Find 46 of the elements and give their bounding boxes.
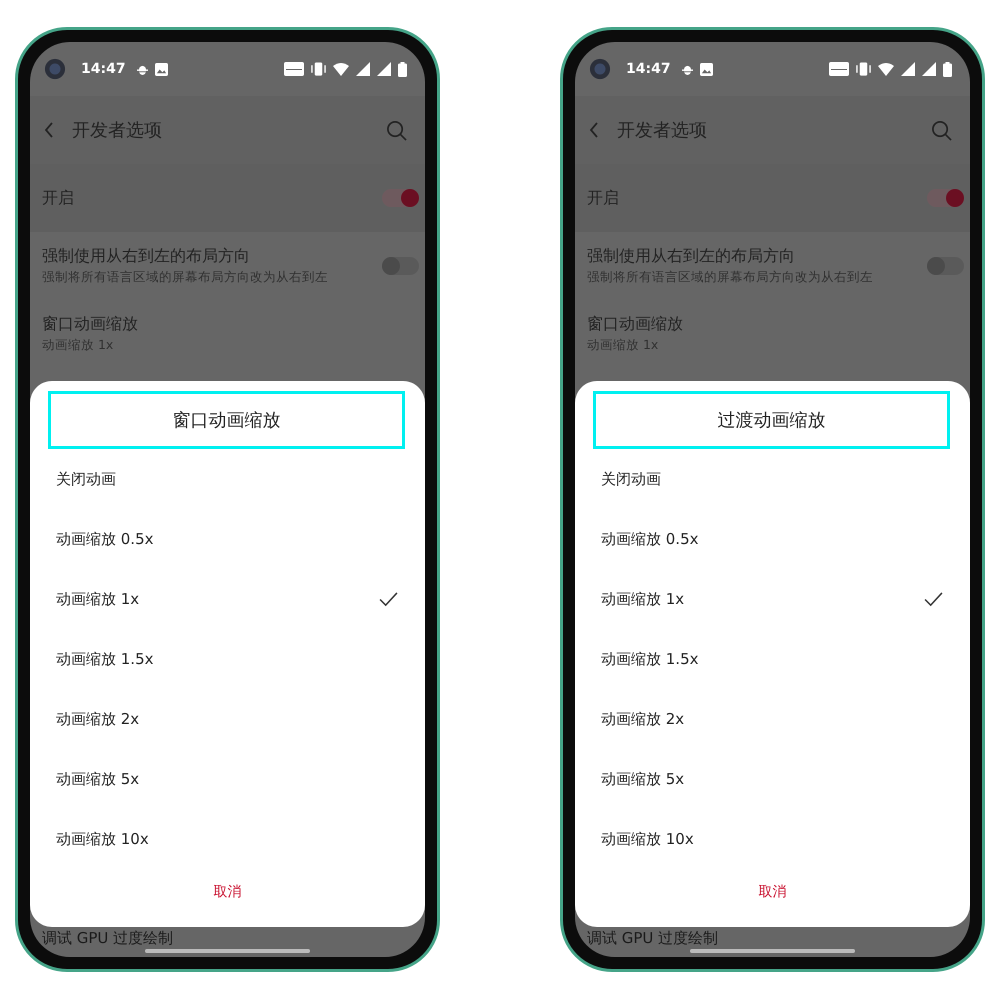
image-icon: [154, 62, 168, 76]
option-item[interactable]: 动画缩放 2x: [575, 689, 970, 749]
option-item[interactable]: 动画缩放 0.5x: [30, 509, 425, 569]
status-time: 14:47: [81, 61, 126, 77]
toggle-switch[interactable]: [382, 189, 419, 207]
cancel-button[interactable]: 取消: [575, 869, 970, 915]
back-icon[interactable]: [589, 122, 599, 138]
option-item[interactable]: 动画缩放 5x: [30, 749, 425, 809]
page-title: 开发者选项: [72, 119, 162, 142]
toggle-switch[interactable]: [382, 257, 419, 275]
toggle-switch[interactable]: [927, 189, 964, 207]
signal-icon: [356, 62, 370, 76]
wifi-icon: [878, 62, 894, 76]
signal-icon: [377, 62, 391, 76]
search-icon[interactable]: [931, 120, 952, 140]
option-item[interactable]: 动画缩放 5x: [575, 749, 970, 809]
home-indicator[interactable]: [145, 949, 310, 953]
page-title: 开发者选项: [617, 119, 707, 142]
option-item[interactable]: 动画缩放 1.5x: [575, 629, 970, 689]
status-time: 14:47: [626, 61, 671, 77]
option-item[interactable]: 动画缩放 2x: [30, 689, 425, 749]
camera-icon: [44, 58, 66, 80]
battery-icon: [398, 62, 407, 76]
option-item[interactable]: 动画缩放 10x: [575, 809, 970, 869]
search-icon[interactable]: [386, 120, 407, 140]
option-item[interactable]: 关闭动画: [575, 449, 970, 509]
dialog-title: 窗口动画缩放: [48, 391, 405, 449]
dialog-title: 过渡动画缩放: [593, 391, 950, 449]
option-item[interactable]: 动画缩放 1x: [30, 569, 425, 629]
signal-icon: [922, 62, 936, 76]
option-item[interactable]: 动画缩放 1x: [575, 569, 970, 629]
vibrate-icon: [856, 62, 871, 76]
image-icon: [700, 62, 713, 76]
option-item[interactable]: 动画缩放 1.5x: [30, 629, 425, 689]
toggle-switch[interactable]: [927, 257, 964, 275]
camera-icon: [589, 58, 611, 80]
home-indicator[interactable]: [690, 949, 855, 953]
signal-icon: [901, 62, 915, 76]
vibrate-icon: [311, 62, 326, 76]
battery-icon: [943, 62, 952, 76]
option-item[interactable]: 动画缩放 10x: [30, 809, 425, 869]
option-item[interactable]: 动画缩放 0.5x: [575, 509, 970, 569]
option-item[interactable]: 关闭动画: [30, 449, 425, 509]
back-icon[interactable]: [44, 122, 54, 138]
cancel-button[interactable]: 取消: [30, 869, 425, 915]
wifi-icon: [333, 62, 349, 76]
